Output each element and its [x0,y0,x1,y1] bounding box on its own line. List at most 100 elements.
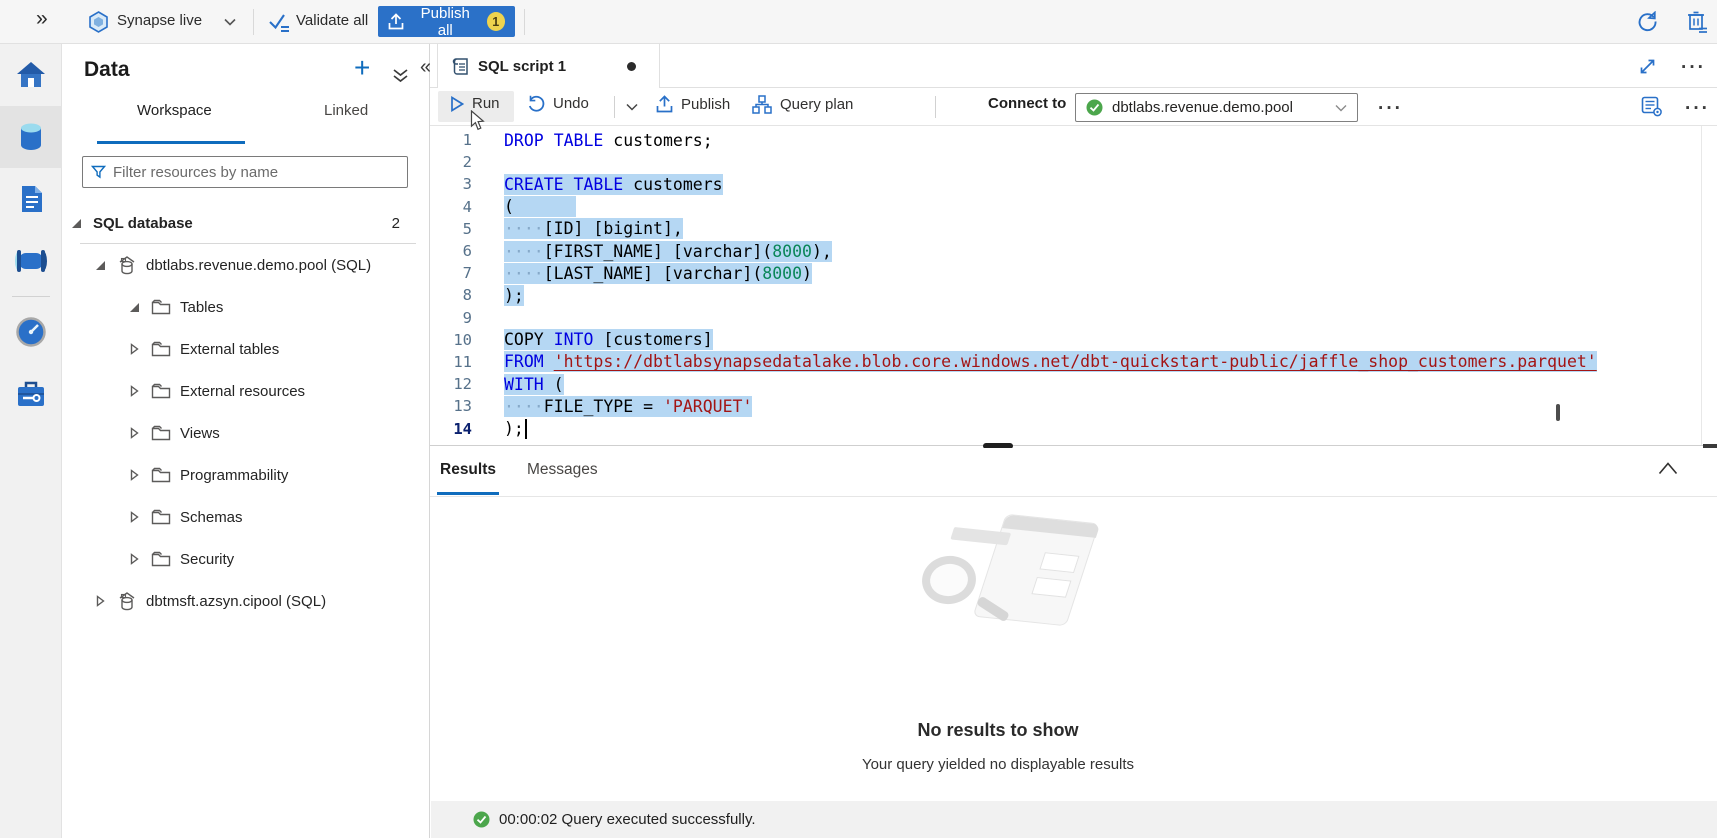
sql-code-editor[interactable]: 1DROP TABLE customers;23CREATE TABLE cus… [430,126,1717,445]
divider [614,96,615,118]
run-options-chevron-icon[interactable] [626,103,638,111]
tree-item-label: dbtmsft.azsyn.cipool (SQL) [146,593,326,610]
add-icon[interactable]: + [354,52,370,84]
rail-item-monitor[interactable] [0,301,62,363]
scrollbar-marker[interactable] [1556,404,1560,421]
folder-icon [151,425,171,441]
tab-linked[interactable]: Linked [324,102,368,119]
expanded-expander-icon[interactable] [126,303,142,312]
collapsed-expander-icon[interactable] [92,595,108,607]
discard-trash-icon[interactable] [1686,10,1708,33]
tree-item-external-resources[interactable]: External resources [62,370,430,412]
code-line-5[interactable]: 5····[ID] [bigint], [430,218,1717,240]
expand-chevrons-icon[interactable]: » [36,7,48,31]
query-plan-icon [752,95,772,114]
tab-workspace[interactable]: Workspace [137,102,212,119]
run-label: Run [472,95,500,112]
code-line-11[interactable]: 11FROM 'https://dbtlabsynapsedatalake.bl… [430,351,1717,373]
integrate-icon [14,247,48,275]
tree-item-label: Schemas [180,509,243,526]
line-number: 13 [430,397,472,415]
tree-item-dbtlabs-revenue-demo-pool-sql[interactable]: dbtlabs.revenue.demo.pool (SQL) [62,244,430,286]
query-status-bar: 00:00:02 Query executed successfully. [431,801,1717,838]
no-results-illustration [920,508,1100,658]
rail-item-manage[interactable] [0,363,62,425]
tree-item-label: Tables [180,299,223,316]
line-number: 1 [430,131,472,149]
code-line-12[interactable]: 12WITH ( [430,373,1717,395]
expanded-expander-icon[interactable] [68,219,84,228]
tab-messages[interactable]: Messages [527,461,598,479]
expand-editor-icon[interactable] [1638,57,1657,76]
publish-all-button[interactable]: Publish all 1 [378,6,515,37]
code-line-9[interactable]: 9 [430,307,1717,329]
connect-to-label: Connect to [988,95,1066,112]
code-line-14[interactable]: 14); [430,417,1717,439]
collapse-all-icon[interactable] [392,68,409,84]
mode-selector[interactable]: Synapse live [117,12,202,29]
data-panel: Data + « Workspace Linked SQL database2d… [62,44,430,838]
publish-button[interactable]: Publish [656,95,730,113]
code-line-4[interactable]: 4( [430,196,1717,218]
collapsed-expander-icon[interactable] [126,469,142,481]
rail-item-data[interactable] [0,106,62,168]
tree-item-sql-database[interactable]: SQL database2 [62,202,430,244]
code-line-1[interactable]: 1DROP TABLE customers; [430,129,1717,151]
pool-dropdown[interactable]: dbtlabs.revenue.demo.pool [1075,93,1358,122]
tree-item-count: 2 [392,215,430,232]
validate-all-button[interactable]: Validate all [296,12,368,29]
rail-item-integrate[interactable] [0,230,62,292]
manage-icon [15,379,47,409]
results-tab-underline [437,492,499,495]
query-plan-button[interactable]: Query plan [752,95,853,114]
code-line-3[interactable]: 3CREATE TABLE customers [430,173,1717,195]
code-line-10[interactable]: 10COPY INTO [customers] [430,329,1717,351]
code-line-13[interactable]: 13····FILE_TYPE = 'PARQUET' [430,395,1717,417]
tree-item-dbtmsft-azsyn-cipool-sql[interactable]: dbtmsft.azsyn.cipool (SQL) [62,580,430,622]
tree-item-label: Programmability [180,467,288,484]
tree-item-views[interactable]: Views [62,412,430,454]
line-number: 6 [430,242,472,260]
run-play-icon [450,96,464,112]
collapsed-expander-icon[interactable] [126,553,142,565]
sql-script-icon [452,56,469,77]
tree-item-programmability[interactable]: Programmability [62,454,430,496]
tree-item-tables[interactable]: Tables [62,286,430,328]
rail-item-develop[interactable] [0,168,62,230]
collapsed-expander-icon[interactable] [126,511,142,523]
filter-input[interactable] [113,164,399,181]
collapsed-expander-icon[interactable] [126,385,142,397]
collapsed-expander-icon[interactable] [126,343,142,355]
results-panel: Results Messages No results to show Your… [430,448,1717,838]
commandbar-more-icon[interactable]: ··· [1378,104,1403,114]
editor-settings-icon[interactable] [1641,96,1663,117]
magnifier-icon [919,552,979,607]
chevron-down-icon[interactable] [224,18,236,26]
collapsed-expander-icon[interactable] [126,427,142,439]
folder-icon [151,341,171,357]
tab-title: SQL script 1 [478,58,566,75]
collapse-results-chevron-icon[interactable] [1658,462,1678,475]
database-icon [117,255,137,275]
code-line-6[interactable]: 6····[FIRST_NAME] [varchar](8000), [430,240,1717,262]
refresh-icon[interactable] [1637,11,1658,32]
commandbar-overflow-icon[interactable]: ··· [1685,104,1710,114]
code-line-2[interactable]: 2 [430,151,1717,173]
document-tab-strip: SQL script 1 ··· [430,44,1717,88]
tab-more-icon[interactable]: ··· [1681,63,1706,73]
tree-item-external-tables[interactable]: External tables [62,328,430,370]
synapse-studio-window: » Synapse live Validate all Publish all … [0,0,1717,838]
code-line-7[interactable]: 7····[LAST_NAME] [varchar](8000) [430,262,1717,284]
tab-results[interactable]: Results [440,461,496,479]
left-nav-rail [0,44,62,838]
tree-item-schemas[interactable]: Schemas [62,496,430,538]
editor-command-bar: Run Undo Publish Query plan Connect to [430,88,1717,126]
code-line-8[interactable]: 8); [430,284,1717,306]
home-icon [15,60,47,90]
run-button[interactable]: Run [450,95,500,112]
expanded-expander-icon[interactable] [92,261,108,270]
tab-sql-script-1[interactable]: SQL script 1 [437,44,660,88]
rail-item-home[interactable] [0,44,62,106]
undo-button[interactable]: Undo [527,95,589,112]
tree-item-security[interactable]: Security [62,538,430,580]
